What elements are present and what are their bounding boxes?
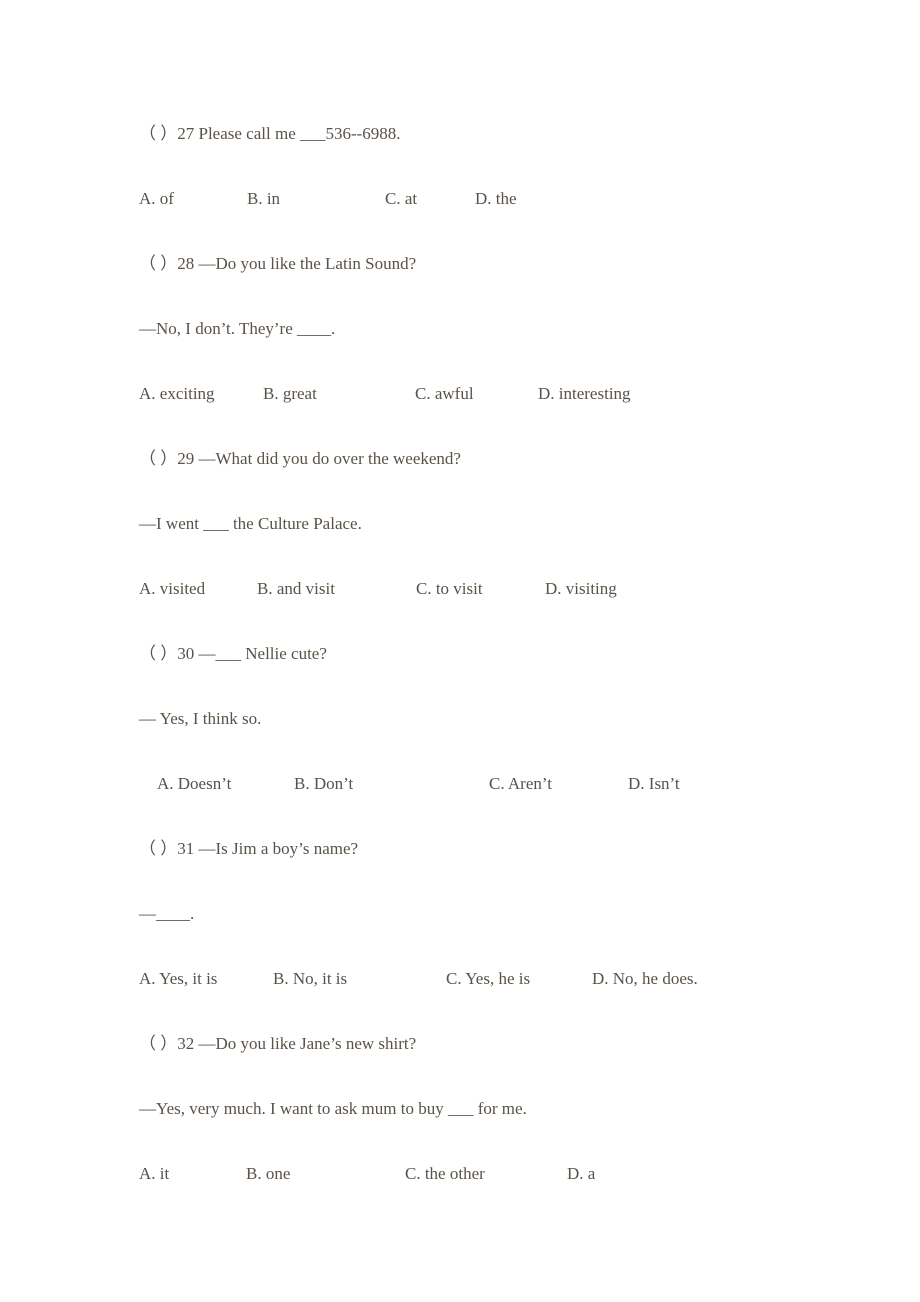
question-31-option-c: C. Yes, he is <box>446 969 531 988</box>
question-27-option-d: D. the <box>475 189 517 208</box>
question-30-option-b: B. Don’t <box>294 774 354 793</box>
question-30-option-a: A. Doesn’t <box>157 774 232 793</box>
question-32-option-c: C. the other <box>405 1164 485 1183</box>
question-30-option-c: C. Aren’t <box>489 774 552 793</box>
question-31-stem: （ ）31 —Is Jim a boy’s name? <box>139 839 359 858</box>
question-30-stem: （ ）30 —___ Nellie cute? <box>139 644 327 663</box>
question-32-reply: —Yes, very much. I want to ask mum to bu… <box>139 1099 527 1118</box>
question-27-option-c: C. at <box>385 189 418 208</box>
question-27-stem: （ ）27 Please call me ___536--6988. <box>139 124 401 143</box>
question-32-option-b: B. one <box>246 1164 291 1183</box>
question-32-stem: （ ）32 —Do you like Jane’s new shirt? <box>139 1034 417 1053</box>
question-28-option-d: D. interesting <box>538 384 631 403</box>
question-31-option-b: B. No, it is <box>273 969 348 988</box>
question-27-option-b: B. in <box>247 189 281 208</box>
question-31-option-a: A. Yes, it is <box>139 969 218 988</box>
question-29-option-c: C. to visit <box>416 579 483 598</box>
question-32-option-a: A. it <box>139 1164 170 1183</box>
question-31-option-d: D. No, he does. <box>592 969 698 988</box>
question-29-option-b: B. and visit <box>257 579 335 598</box>
question-28-reply: —No, I don’t. They’re ____. <box>139 319 336 338</box>
question-29-stem: （ ）29 —What did you do over the weekend? <box>139 449 461 468</box>
question-31-reply: —____. <box>139 904 195 923</box>
question-28-option-b: B. great <box>263 384 317 403</box>
question-29-option-a: A. visited <box>139 579 206 598</box>
question-30-option-d: D. Isn’t <box>628 774 680 793</box>
question-27-option-a: A. of <box>139 189 174 208</box>
question-29-option-d: D. visiting <box>545 579 617 598</box>
question-30-reply: — Yes, I think so. <box>139 709 262 728</box>
question-28-option-c: C. awful <box>415 384 474 403</box>
question-32-option-d: D. a <box>567 1164 596 1183</box>
question-28-stem: （ ）28 —Do you like the Latin Sound? <box>139 254 417 273</box>
question-28-option-a: A. exciting <box>139 384 215 403</box>
question-29-reply: —I went ___ the Culture Palace. <box>139 514 362 533</box>
